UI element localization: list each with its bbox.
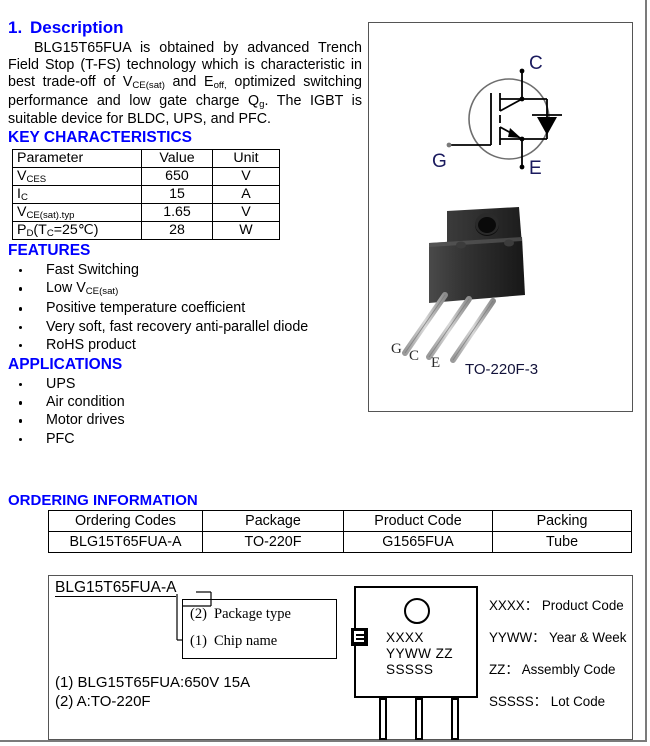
package-caption: TO-220F-3 — [464, 361, 539, 378]
collector-label: C — [529, 53, 543, 74]
key-characteristics-heading: KEY CHARACTERISTICS — [8, 129, 193, 147]
callout-row-chip-name: (1) Chip name — [190, 633, 277, 650]
diode-triangle-icon — [537, 117, 557, 135]
marking-lead-2 — [415, 698, 423, 740]
column-header: Ordering Codes — [48, 510, 203, 532]
left-content-column: 1. Description BLG15T65FUA is obtained by… — [8, 18, 366, 448]
ordering-information-table: Ordering Codes Package Product Code Packing… — [48, 510, 632, 553]
cell-value: 15 — [141, 185, 213, 205]
description-paragraph: BLG15T65FUA is obtained by advanced Tren… — [8, 40, 366, 128]
callout-row-package-type: (2) Package type — [190, 606, 291, 623]
package-pin-label-g: G — [391, 341, 402, 357]
list-item: PFC — [8, 430, 366, 448]
key-characteristics-body: Parameter Value Unit VCES 650 V IC 15 A VCE(sat).… — [12, 149, 280, 241]
list-item: Air condition — [8, 393, 366, 411]
marking-line-2: YYWW ZZ — [386, 646, 453, 661]
cell-unit: A — [212, 185, 280, 205]
cell-unit: V — [212, 167, 280, 187]
section-title: Description — [30, 18, 124, 37]
cell-parameter: IC — [12, 185, 142, 205]
list-item: Fast Switching — [8, 261, 366, 279]
column-header: Value — [141, 149, 213, 169]
column-header: Package — [202, 510, 344, 532]
cell-unit: V — [212, 203, 280, 223]
marking-lead-3 — [451, 698, 459, 740]
list-item: Motor drives — [8, 411, 366, 429]
cell-parameter: PD(TC=25℃) — [12, 221, 142, 241]
column-header: Packing — [492, 510, 632, 532]
list-item: Very soft, fast recovery anti-parallel d… — [8, 318, 366, 336]
to-220f-package-drawing: G C E — [369, 203, 634, 383]
features-heading: FEATURES — [8, 242, 91, 260]
gate-label: G — [432, 151, 447, 172]
marking-diagram: XXXX YYWW ZZ SSSSS XXXX： Product Code YY… — [349, 582, 627, 740]
table-cell: G1565FUA — [343, 531, 493, 553]
igbt-symbol-diagram: C G E — [369, 27, 634, 202]
emitter-arrow-icon — [508, 128, 521, 138]
mounting-hole-icon — [404, 598, 430, 624]
callout-label-2: Package type — [214, 606, 291, 622]
part-marking-panel: BLG15T65FUA-A (2) Package type (1) Chip na… — [48, 575, 633, 740]
applications-heading: APPLICATIONS — [8, 356, 123, 374]
legend-item-assembly-code: ZZ： Assembly Code — [489, 662, 616, 677]
ordering-information-heading: ORDERING INFORMATION — [8, 492, 198, 509]
marking-line-3: SSSSS — [386, 662, 434, 677]
legend-item-year-week: YYWW： Year & Week — [489, 630, 627, 645]
applications-list: UPS Air condition Motor drives PFC — [8, 375, 366, 448]
table-row: BLG15T65FUA-A TO-220F G1565FUA Tube — [48, 531, 632, 553]
column-header: Unit — [212, 149, 280, 169]
cell-value: 28 — [141, 221, 213, 241]
marking-lead-1 — [379, 698, 387, 740]
callout-label-1: Chip name — [214, 633, 278, 649]
column-header: Product Code — [343, 510, 493, 532]
decoder-notes: (1) BLG15T65FUA:650V 15A (2) A:TO-220F — [55, 674, 250, 711]
table-cell: Tube — [492, 531, 632, 553]
table-header-row: Parameter Value Unit — [12, 149, 280, 169]
description-text: BLG15T65FUA is obtained by advanced Tren… — [8, 40, 362, 127]
ordering-information-body: Ordering Codes Package Product Code Packing… — [48, 510, 632, 553]
callout-index-1: (1) — [190, 633, 207, 649]
callout-box: (2) Package type (1) Chip name — [182, 599, 337, 659]
callout-index-2: (2) — [190, 606, 207, 622]
table-cell: TO-220F — [202, 531, 344, 553]
marking-package-body: XXXX YYWW ZZ SSSSS — [354, 586, 478, 698]
cell-parameter: VCES — [12, 167, 142, 187]
decoder-note-1: (1) BLG15T65FUA:650V 15A — [55, 674, 251, 691]
igbt-symbol-svg — [446, 68, 562, 170]
list-item: RoHS product — [8, 336, 366, 354]
list-item: Positive temperature coefficient — [8, 299, 366, 317]
section-number: 1. — [8, 18, 23, 37]
table-row: PD(TC=25℃) 28 W — [12, 221, 280, 241]
table-cell: BLG15T65FUA-A — [48, 531, 203, 553]
cell-value: 1.65 — [141, 203, 213, 223]
manufacturer-logo — [351, 628, 368, 646]
list-item: Low VCE(sat) — [8, 279, 366, 299]
marking-line-1: XXXX — [386, 630, 424, 645]
decoder-note-2: (2) A:TO-220F — [55, 692, 151, 710]
symbol-and-package-panel: C G E G C E TO-220F-3 — [368, 22, 633, 412]
emitter-label: E — [529, 158, 542, 179]
page-title: 1. Description — [8, 18, 366, 38]
legend-item-lot-code: SSSSS： Lot Code — [489, 694, 606, 709]
marking-legend: XXXX： Product Code YYWW： Year & Week ZZ：… — [489, 590, 626, 718]
cell-parameter: VCE(sat).typ — [12, 203, 142, 223]
table-row: VCE(sat).typ 1.65 V — [12, 203, 280, 223]
legend-item-product-code: XXXX： Product Code — [489, 598, 624, 613]
key-characteristics-table: Parameter Value Unit VCES 650 V IC 15 A VCE(sat).… — [12, 149, 280, 241]
table-header-row: Ordering Codes Package Product Code Packing — [48, 510, 632, 532]
cell-unit: W — [212, 221, 280, 241]
marking-text: XXXX YYWW ZZ SSSSS — [386, 630, 453, 678]
list-item: UPS — [8, 375, 366, 393]
cell-value: 650 — [141, 167, 213, 187]
table-row: IC 15 A — [12, 185, 280, 205]
table-row: VCES 650 V — [12, 167, 280, 187]
column-header: Parameter — [12, 149, 142, 169]
features-list: Fast Switching Low VCE(sat) Positive tempe… — [8, 261, 366, 354]
